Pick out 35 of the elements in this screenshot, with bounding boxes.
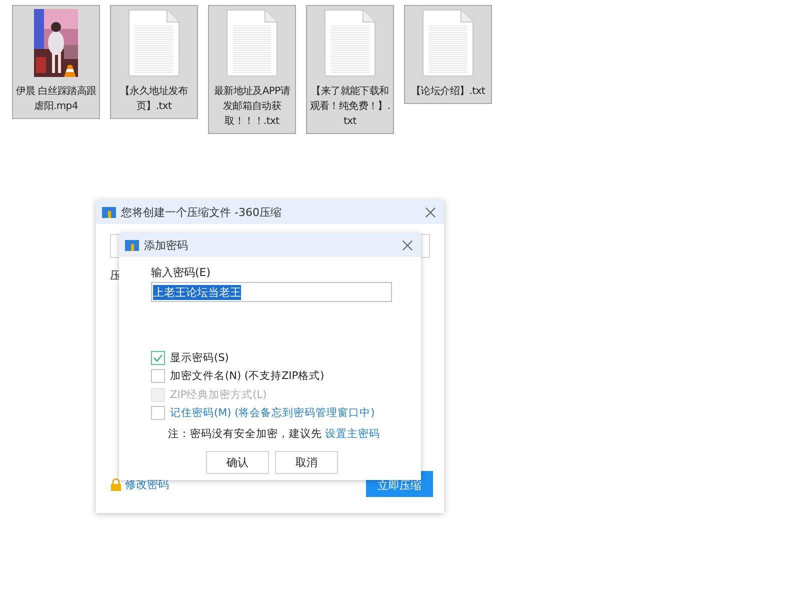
dialog-title: 添加密码 <box>144 238 189 252</box>
note-text: 注：密码没有安全加密，建议先 <box>168 427 322 441</box>
text-file-icon <box>324 9 376 77</box>
dialog-button[interactable]: 确认 <box>206 451 269 474</box>
file-name: 伊晨 白丝踩踏高跟虐阳.mp4 <box>14 84 98 114</box>
password-field[interactable]: 上老王论坛当老王 <box>151 282 392 302</box>
password-label: 输入密码(E) <box>151 265 212 280</box>
file-item[interactable]: 【来了就能下载和观看！纯免费！】.txt <box>306 5 394 134</box>
file-name: 最新地址及APP请发邮箱自动获取！！！.txt <box>212 84 292 129</box>
archive-icon <box>102 206 116 218</box>
file-name: 【论坛介绍】.txt <box>410 84 486 99</box>
checkbox[interactable] <box>151 406 165 420</box>
option-label: ZIP经典加密方式(L) <box>170 388 267 402</box>
set-master-password-link[interactable]: 设置主密码 <box>325 427 380 441</box>
text-file-icon <box>226 9 278 77</box>
checkbox[interactable] <box>151 369 165 384</box>
close-icon[interactable] <box>425 206 436 218</box>
file-name: 【永久地址发布页】.txt <box>119 84 189 114</box>
archive-icon <box>125 239 139 251</box>
dialog-button[interactable]: 取消 <box>275 451 338 474</box>
file-item[interactable]: 【论坛介绍】.txt <box>404 5 492 104</box>
text-file-icon <box>128 9 180 77</box>
option-label[interactable]: 记住密码(M) (将会备忘到密码管理窗口中) <box>170 406 375 420</box>
window-title: 您将创建一个压缩文件 -360压缩 <box>121 204 282 220</box>
option-label: 加密文件名(N) (不支持ZIP格式) <box>170 369 324 384</box>
checkbox[interactable] <box>151 350 165 365</box>
traffic-cone-icon <box>63 64 77 78</box>
file-item[interactable]: 最新地址及APP请发邮箱自动获取！！！.txt <box>208 5 296 134</box>
text-file-icon <box>422 9 474 77</box>
option-label: 显示密码(S) <box>170 350 229 365</box>
lock-icon <box>110 478 122 491</box>
file-item[interactable]: 伊晨 白丝踩踏高跟虐阳.mp4 <box>12 5 100 119</box>
close-icon[interactable] <box>402 240 413 250</box>
file-name: 【来了就能下载和观看！纯免费！】.txt <box>308 84 392 129</box>
file-item[interactable]: 【永久地址发布页】.txt <box>110 5 198 119</box>
